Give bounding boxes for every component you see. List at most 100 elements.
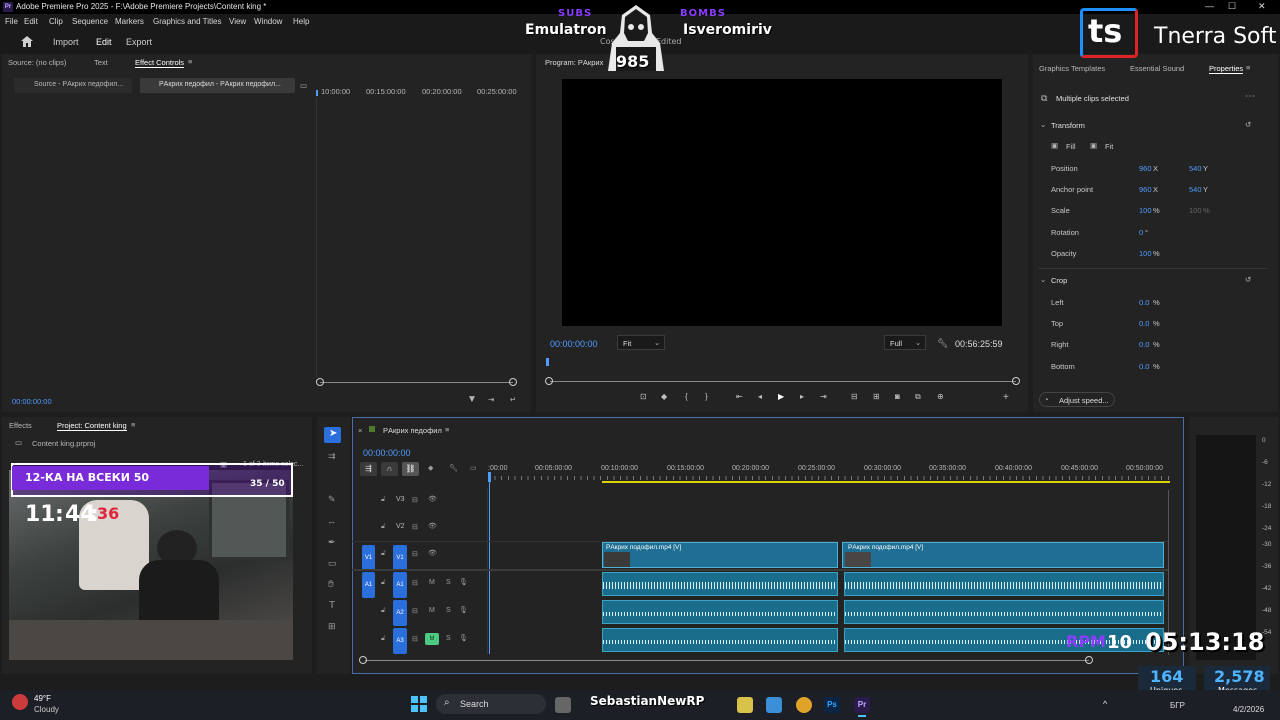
video-clip-1[interactable]: PАкрих подофил.mp4 [V] [602,542,838,568]
source-patch-v1[interactable]: V1 [362,545,375,571]
export-frame-icon[interactable]: ⇥ [488,395,494,404]
menu-clip[interactable]: Clip [49,17,63,26]
track-target-a1[interactable]: A1 [393,572,407,598]
tab-effect-controls[interactable]: Effect Controls [135,58,185,68]
track-target-v1[interactable]: V1 [393,545,407,571]
video-clip-2[interactable]: PАкрих подофил.mp4 [V] [842,542,1164,568]
clip-tab-sequence[interactable]: PАкрих педофил - PАкрих педофил... [140,78,295,93]
caption-tool-icon[interactable]: ⊞ [328,621,336,632]
menu-graphics[interactable]: Graphics and Titles [153,17,221,26]
step-back-icon[interactable]: ◂ [758,392,762,401]
eye-icon[interactable]: 👁︎ [428,549,437,557]
tab-text[interactable]: Text [94,58,108,67]
lock-icon[interactable]: 🔓︎ [381,635,386,643]
export-tab[interactable]: Export [126,37,152,47]
program-video-frame[interactable] [562,79,1002,326]
tab-source[interactable]: Source: (no clips) [8,58,66,67]
microphone-icon[interactable]: 🎙︎ [459,578,468,586]
panel-menu-icon[interactable]: ≡ [188,57,192,66]
overwrite-icon[interactable]: ⊞ [873,392,880,401]
selection-tool-icon[interactable]: ➤ [324,427,341,443]
ec-zoom-handle-left[interactable] [316,378,324,386]
chevron-down-icon[interactable]: ⌄ [1040,275,1046,284]
go-to-out-icon[interactable]: ⇥ [820,392,827,401]
menu-edit[interactable]: Edit [24,17,38,26]
taskbar-search[interactable]: ⌕ Search [436,694,546,714]
track-select-icon[interactable]: ⇉ [328,451,336,462]
wrench-icon[interactable]: 🔧︎ [449,464,458,472]
timeline-playhead-head[interactable] [488,472,491,482]
track-target-a3[interactable]: A3 [393,628,407,654]
timeline-zoom-right[interactable] [1085,656,1093,664]
adjust-speed-button[interactable]: ◔ Adjust speed... [1039,392,1115,407]
audio-clip-a3-1[interactable] [602,628,838,652]
lock-icon[interactable]: 🔓︎ [381,550,386,558]
add-button-icon[interactable]: + [1003,392,1009,403]
nest-icon[interactable]: ⇶ [360,462,377,476]
filter-icon[interactable]: ▼ [467,394,477,405]
app-icon[interactable] [737,697,753,713]
chrome-icon[interactable] [796,697,812,713]
tab-project[interactable]: Project: Content king [57,421,127,431]
windows-start-icon[interactable] [411,696,427,712]
insert-icon[interactable]: ⊟ [851,392,858,401]
app-icon[interactable] [555,697,571,713]
av-divider[interactable] [352,569,1168,571]
language-indicator[interactable]: БГР [1170,701,1185,710]
audio-clip-a2-2[interactable] [844,600,1164,624]
close-icon[interactable]: × [358,426,362,435]
lock-icon[interactable]: 🔓︎ [381,607,386,615]
panel-menu-icon[interactable]: ≡ [1246,63,1250,72]
anchor-x-value[interactable]: 960 [1139,185,1152,194]
audio-clip-a1-1[interactable] [602,572,838,596]
hand-tool-icon[interactable]: ✋︎ [328,579,334,590]
tab-graphics-templates[interactable]: Graphics Templates [1039,64,1105,73]
program-timecode[interactable]: 00:00:00:00 [550,339,598,349]
more-icon[interactable]: ⋯ [1245,91,1255,102]
fill-label[interactable]: Fill [1066,142,1076,151]
sync-lock-icon[interactable]: ⊟ [412,607,418,615]
premiere-taskbar-icon[interactable]: Pr [854,697,870,713]
source-patch-a1[interactable]: A1 [362,572,375,598]
multicam-icon[interactable]: ⊕ [937,392,944,401]
play-icon[interactable]: ▶ [778,392,784,401]
mute-button[interactable]: M [429,579,435,586]
audio-clip-a1-2[interactable] [844,572,1164,596]
panel-menu-icon[interactable]: ≡ [131,420,135,429]
microphone-icon[interactable]: 🎙︎ [459,634,468,642]
razor-tool-icon[interactable]: ✎ [328,494,336,505]
reset-icon[interactable]: ↺ [1245,120,1251,129]
taskbar-date[interactable]: 4/2/2026 [1233,705,1264,714]
timeline-zoom-bar[interactable] [365,660,1089,661]
menu-window[interactable]: Window [254,17,282,26]
position-x-value[interactable]: 960 [1139,164,1152,173]
rectangle-tool-icon[interactable]: ▭ [328,558,337,569]
audio-clip-a2-1[interactable] [602,600,838,624]
solo-button[interactable]: S [446,579,451,586]
lock-icon[interactable]: 🔓︎ [381,523,386,531]
tab-essential-sound[interactable]: Essential Sound [1130,64,1184,73]
program-zoom-bar[interactable] [550,381,1016,382]
tab-properties[interactable]: Properties [1209,64,1244,74]
type-tool-icon[interactable]: T [329,600,335,611]
track-target-a2[interactable]: A2 [393,600,407,626]
camera-icon[interactable]: ◙ [895,392,900,401]
crop-bottom-value[interactable]: 0.0 [1139,362,1149,371]
timeline-ruler[interactable]: :00:00 00:05:00:00 00:10:00:00 00:15:00:… [488,464,1170,484]
import-tab[interactable]: Import [53,37,79,47]
maximize-button[interactable]: ☐ [1228,1,1236,12]
solo-button[interactable]: S [446,607,451,614]
ec-playhead[interactable] [316,90,318,96]
timeline-timecode[interactable]: 00:00:00:00 [363,448,411,458]
eye-icon[interactable]: 👁︎ [428,495,437,503]
menu-view[interactable]: View [229,17,246,26]
sync-lock-icon[interactable]: ⊟ [412,523,418,531]
weather-condition[interactable]: Cloudy [34,705,59,714]
eye-icon[interactable]: 👁︎ [428,522,437,530]
add-marker-icon[interactable]: ◆ [428,464,433,472]
clip-tab-source[interactable]: Source - PАкрих педофил... [14,78,132,93]
minimize-button[interactable]: — [1205,1,1214,11]
ec-zoom-handle-right[interactable] [509,378,517,386]
captions-icon[interactable]: ▭ [470,464,477,472]
fit-label[interactable]: Fit [1105,142,1113,151]
